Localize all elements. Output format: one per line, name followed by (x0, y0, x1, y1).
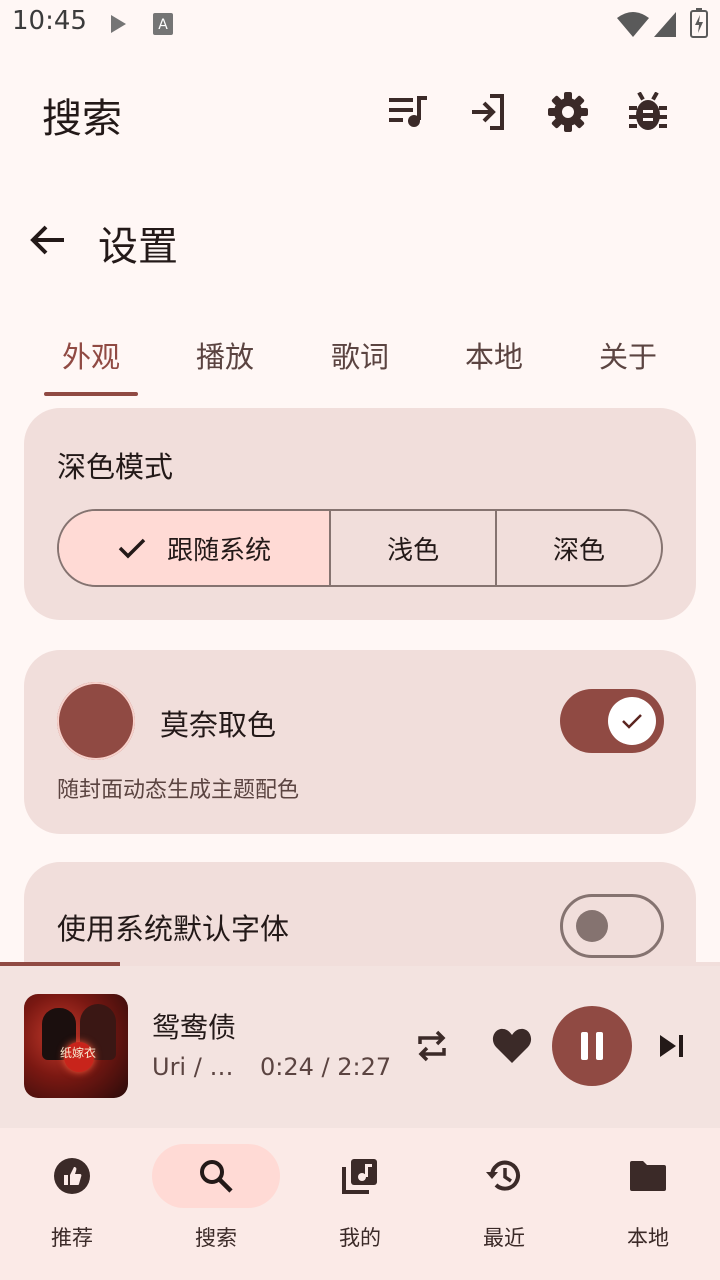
check-icon (622, 714, 642, 729)
folder-icon (630, 1161, 666, 1191)
option-label: 跟随系统 (167, 535, 272, 566)
svg-text:A: A (158, 17, 168, 33)
playlist-button[interactable] (384, 88, 432, 136)
nav-label: 本地 (627, 1226, 669, 1250)
dark-mode-segmented-control: 跟随系统 浅色 深色 (57, 509, 663, 587)
battery-icon (690, 8, 708, 38)
playlist-icon (389, 96, 427, 127)
favorite-button[interactable] (488, 1022, 536, 1070)
monet-switch[interactable] (560, 689, 664, 753)
login-button[interactable] (464, 88, 512, 136)
option-dark[interactable]: 深色 (495, 511, 661, 585)
search-icon (200, 1160, 233, 1193)
nav-recent[interactable]: 最近 (432, 1142, 576, 1262)
nav-label: 我的 (339, 1226, 381, 1250)
skip-next-button[interactable] (648, 1022, 696, 1070)
nav-mine[interactable]: 我的 (288, 1142, 432, 1262)
system-font-title: 使用系统默认字体 (57, 912, 290, 946)
tab-about[interactable]: 关于 (561, 334, 695, 378)
history-icon (486, 1160, 520, 1191)
nav-recommend[interactable]: 推荐 (0, 1142, 144, 1262)
status-time: 10:45 (12, 6, 87, 36)
status-bar: 10:45 A (0, 0, 720, 50)
monet-title: 莫奈取色 (160, 708, 277, 742)
skip-next-icon (660, 1035, 683, 1057)
tab-local[interactable]: 本地 (427, 334, 561, 378)
keyboard-status-icon: A (153, 13, 173, 35)
tab-playback[interactable]: 播放 (158, 334, 292, 378)
song-title: 鸳鸯债 (152, 1011, 237, 1044)
progress-fill (0, 962, 120, 966)
album-text: 纸嫁衣 (59, 1046, 96, 1060)
option-light[interactable]: 浅色 (329, 511, 495, 585)
switch-thumb (608, 697, 656, 745)
nav-indicator (296, 1144, 424, 1208)
color-swatch (57, 682, 135, 760)
option-follow-system[interactable]: 跟随系统 (59, 511, 330, 585)
dark-mode-title: 深色模式 (57, 450, 174, 484)
play-status-icon (111, 15, 126, 33)
pause-icon (581, 1032, 603, 1060)
page-title: 搜索 (42, 96, 122, 142)
pause-button[interactable] (552, 1006, 632, 1086)
song-time: 0:24 / 2:27 (260, 1053, 392, 1081)
debug-button[interactable] (624, 88, 672, 136)
login-icon (472, 94, 504, 130)
gear-icon (548, 92, 588, 132)
library-music-icon (342, 1159, 377, 1194)
system-font-switch[interactable] (560, 894, 664, 958)
tab-lyrics[interactable]: 歌词 (293, 334, 427, 378)
tab-indicator (44, 392, 138, 396)
nav-search[interactable]: 搜索 (144, 1142, 288, 1262)
nav-label: 最近 (483, 1226, 525, 1250)
settings-title: 设置 (98, 224, 178, 270)
check-icon (118, 538, 146, 559)
settings-button[interactable] (544, 88, 592, 136)
signal-icon (654, 12, 676, 37)
back-button[interactable] (24, 216, 72, 264)
nav-indicator (152, 1144, 280, 1208)
nav-indicator (584, 1144, 712, 1208)
option-label: 深色 (553, 535, 606, 566)
switch-thumb (576, 910, 608, 942)
option-label: 浅色 (387, 535, 440, 566)
heart-icon (492, 1028, 532, 1063)
repeat-icon (418, 1030, 446, 1062)
thumb-up-icon (54, 1158, 90, 1194)
monet-subtitle: 随封面动态生成主题配色 (57, 778, 300, 803)
song-artist: Uri / … (152, 1053, 234, 1081)
wifi-icon (617, 12, 649, 37)
nav-indicator (440, 1144, 568, 1208)
repeat-button[interactable] (408, 1022, 456, 1070)
nav-indicator (8, 1144, 136, 1208)
nav-label: 搜索 (195, 1226, 237, 1250)
bug-icon (629, 92, 667, 130)
album-art[interactable]: 纸嫁衣 (24, 994, 128, 1098)
tab-appearance[interactable]: 外观 (24, 334, 158, 378)
nav-label: 推荐 (51, 1226, 93, 1250)
nav-local[interactable]: 本地 (576, 1142, 720, 1262)
arrow-back-icon (30, 225, 64, 255)
